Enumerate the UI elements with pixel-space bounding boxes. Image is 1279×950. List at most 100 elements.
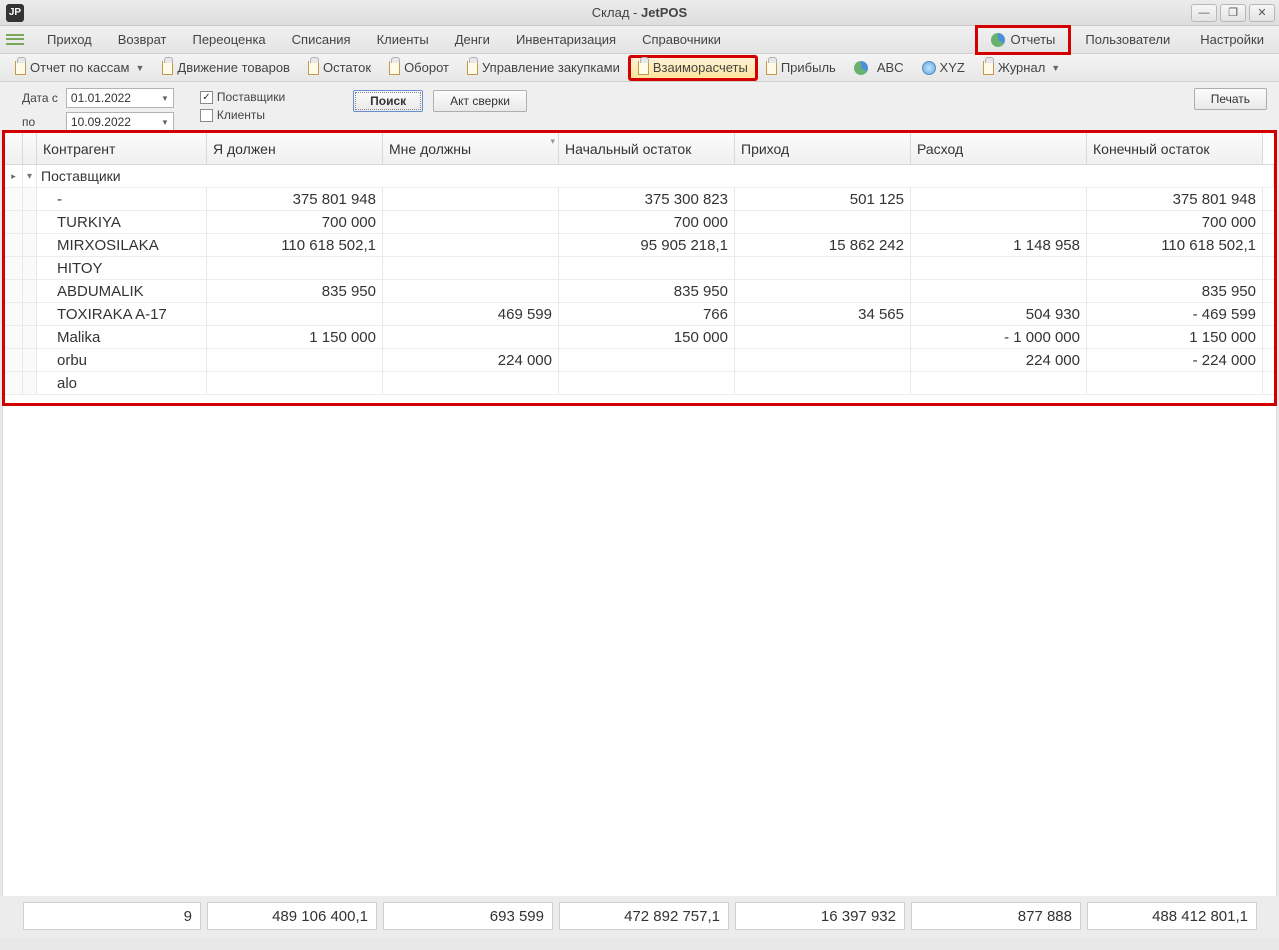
col-start-balance[interactable]: Начальный остаток — [559, 133, 735, 164]
expand-header — [23, 133, 37, 164]
col-end-balance[interactable]: Конечный остаток — [1087, 133, 1263, 164]
tb-profit[interactable]: Прибыль — [757, 56, 845, 80]
row-spacer — [23, 257, 37, 279]
table-row[interactable]: -375 801 948375 300 823501 125375 801 94… — [5, 188, 1274, 211]
cell-start: 700 000 — [559, 211, 735, 233]
cell-expense — [911, 372, 1087, 394]
table-row[interactable]: HITOY — [5, 257, 1274, 280]
footer-total-5: 488 412 801,1 — [1087, 902, 1257, 930]
row-indicator — [5, 188, 23, 210]
group-row[interactable]: ▸ ▾ Поставщики — [5, 165, 1274, 188]
group-title: Поставщики — [37, 165, 1274, 187]
close-button[interactable]: ✕ — [1249, 4, 1275, 22]
menu-dengi[interactable]: Денги — [442, 26, 503, 54]
col-income[interactable]: Приход — [735, 133, 911, 164]
table-row[interactable]: TOXIRAKA A-17469 59976634 565504 930- 46… — [5, 303, 1274, 326]
menu-settings[interactable]: Настройки — [1185, 26, 1279, 54]
cell-contractor: HITOY — [37, 257, 207, 279]
row-indicator — [5, 372, 23, 394]
tb-movement[interactable]: Движение товаров — [153, 56, 299, 80]
tb-abc[interactable]: ABC — [845, 56, 913, 80]
clients-checkbox[interactable]: Клиенты — [200, 108, 285, 122]
tb-settlements[interactable]: Взаиморасчеты — [629, 56, 757, 80]
row-indicator — [5, 349, 23, 371]
table-row[interactable]: MIRXOSILAKA110 618 502,195 905 218,115 8… — [5, 234, 1274, 257]
cell-owed — [383, 234, 559, 256]
print-button[interactable]: Печать — [1194, 88, 1267, 110]
table-row[interactable]: Malika1 150 000150 000- 1 000 0001 150 0… — [5, 326, 1274, 349]
footer-total-4: 877 888 — [911, 902, 1081, 930]
search-button[interactable]: Поиск — [353, 90, 423, 112]
menubar: Приход Возврат Переоценка Списания Клиен… — [0, 26, 1279, 54]
menu-spravochniki[interactable]: Справочники — [629, 26, 734, 54]
cell-expense — [911, 188, 1087, 210]
cell-end: 835 950 — [1087, 280, 1263, 302]
data-grid: Контрагент Я должен Мне должны▾ Начальны… — [2, 130, 1277, 406]
table-header: Контрагент Я должен Мне должны▾ Начальны… — [5, 133, 1274, 165]
row-indicator — [5, 280, 23, 302]
col-i-owe[interactable]: Я должен — [207, 133, 383, 164]
cell-end — [1087, 257, 1263, 279]
cell-end: - 224 000 — [1087, 349, 1263, 371]
date-from-label: Дата с — [22, 91, 58, 105]
tb-purchasing[interactable]: Управление закупками — [458, 56, 629, 80]
menu-users[interactable]: Пользователи — [1070, 26, 1185, 54]
table-row[interactable]: orbu224 000224 000- 224 000 — [5, 349, 1274, 372]
row-spacer — [23, 372, 37, 394]
cell-expense — [911, 257, 1087, 279]
footer-total-1: 693 599 — [383, 902, 553, 930]
row-indicator-header — [5, 133, 23, 164]
clipboard-icon — [15, 61, 26, 75]
table-row[interactable]: alo — [5, 372, 1274, 395]
col-expense[interactable]: Расход — [911, 133, 1087, 164]
menu-spisaniya[interactable]: Списания — [279, 26, 364, 54]
cell-expense — [911, 280, 1087, 302]
date-from-input[interactable]: 01.01.2022▼ — [66, 88, 174, 108]
date-to-input[interactable]: 10.09.2022▼ — [66, 112, 174, 132]
app-icon: JP — [6, 4, 24, 22]
row-indicator — [5, 326, 23, 348]
clipboard-icon — [638, 61, 649, 75]
cell-end: 1 150 000 — [1087, 326, 1263, 348]
menu-klienty[interactable]: Клиенты — [364, 26, 442, 54]
tb-journal[interactable]: Журнал▼ — [974, 56, 1069, 80]
cell-start: 95 905 218,1 — [559, 234, 735, 256]
tb-remainder[interactable]: Остаток — [299, 56, 380, 80]
menu-vozvrat[interactable]: Возврат — [105, 26, 180, 54]
cell-income — [735, 211, 911, 233]
tb-xyz[interactable]: XYZ — [913, 56, 974, 80]
cell-owed — [383, 280, 559, 302]
collapse-icon[interactable]: ▾ — [23, 165, 37, 187]
suppliers-checkbox[interactable]: ✓Поставщики — [200, 90, 285, 104]
menu-inventarizaciya[interactable]: Инвентаризация — [503, 26, 629, 54]
cell-i-owe: 375 801 948 — [207, 188, 383, 210]
minimize-button[interactable]: — — [1191, 4, 1217, 22]
totals-footer: 9 489 106 400,1 693 599 472 892 757,1 16… — [0, 896, 1279, 938]
menu-pereocenka[interactable]: Переоценка — [179, 26, 278, 54]
clipboard-icon — [308, 61, 319, 75]
row-indicator — [5, 303, 23, 325]
cell-owed: 469 599 — [383, 303, 559, 325]
titlebar: JP Склад - JetPOS — ❐ ✕ — [0, 0, 1279, 26]
maximize-button[interactable]: ❐ — [1220, 4, 1246, 22]
tb-cash-report[interactable]: Отчет по кассам▼ — [6, 56, 153, 80]
empty-area — [2, 406, 1277, 896]
menu-reports[interactable]: Отчеты — [976, 26, 1070, 54]
hamburger-icon[interactable] — [6, 31, 24, 49]
table-row[interactable]: ABDUMALIK835 950835 950835 950 — [5, 280, 1274, 303]
col-owed-to-me[interactable]: Мне должны▾ — [383, 133, 559, 164]
cell-i-owe: 835 950 — [207, 280, 383, 302]
cell-end: 110 618 502,1 — [1087, 234, 1263, 256]
footer-count: 9 — [23, 902, 201, 930]
col-contractor[interactable]: Контрагент — [37, 133, 207, 164]
cell-contractor: TURKIYA — [37, 211, 207, 233]
filter-icon[interactable]: ▾ — [550, 136, 555, 147]
cell-income — [735, 257, 911, 279]
tb-turnover[interactable]: Оборот — [380, 56, 458, 80]
cell-expense: 224 000 — [911, 349, 1087, 371]
table-row[interactable]: TURKIYA700 000700 000700 000 — [5, 211, 1274, 234]
cell-end: - 469 599 — [1087, 303, 1263, 325]
clipboard-icon — [983, 61, 994, 75]
act-button[interactable]: Акт сверки — [433, 90, 527, 112]
menu-prihod[interactable]: Приход — [34, 26, 105, 54]
